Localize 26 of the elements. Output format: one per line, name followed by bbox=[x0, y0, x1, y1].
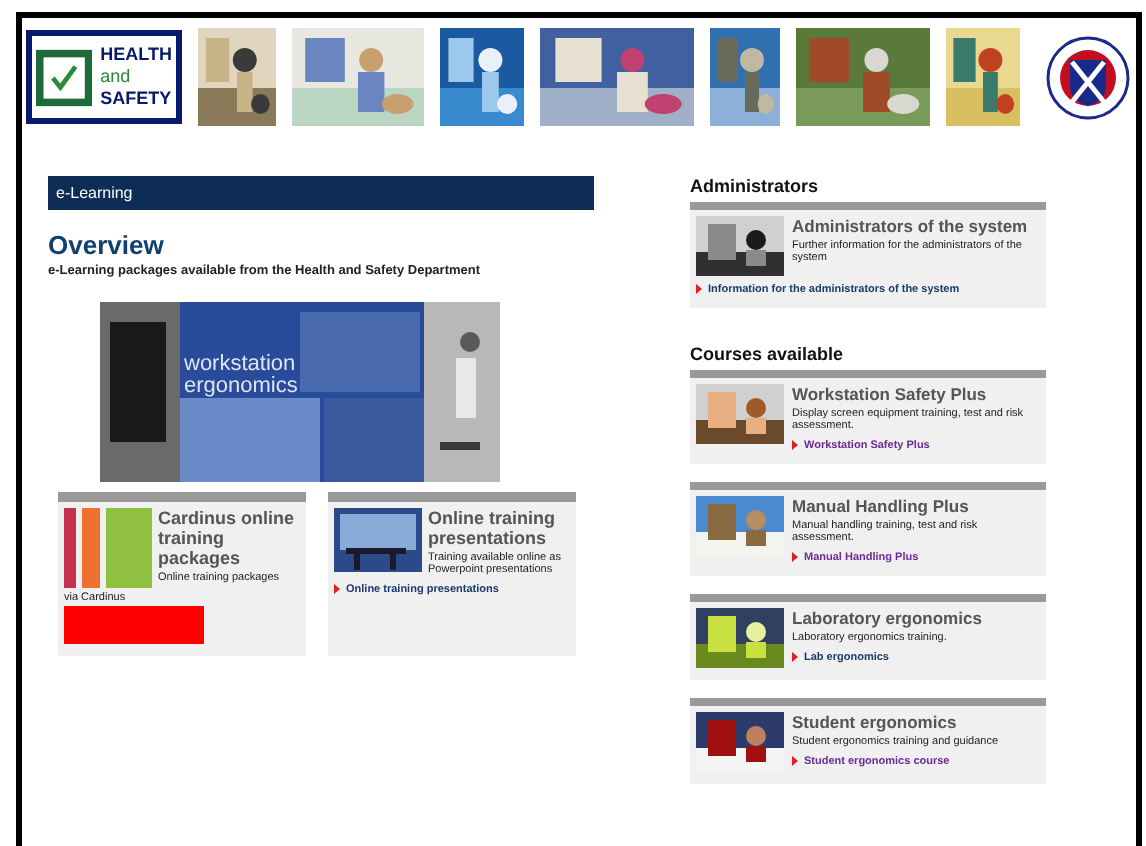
card-title: Workstation Safety Plus bbox=[792, 384, 989, 404]
section-heading: Administrators bbox=[690, 176, 821, 196]
triangle-icon bbox=[792, 440, 798, 451]
triangle-icon bbox=[696, 284, 702, 295]
card-title: Manual Handling Plus bbox=[792, 496, 971, 516]
page-title: Overview bbox=[48, 230, 166, 260]
logo-text: and bbox=[100, 66, 133, 88]
hero-caption: workstation bbox=[184, 354, 298, 376]
redaction-block bbox=[64, 606, 204, 644]
triangle-icon bbox=[792, 552, 798, 563]
card-title: Laboratory ergonomics bbox=[792, 608, 982, 628]
card-title: Administrators of the system bbox=[792, 216, 1030, 236]
hero-caption: ergonomics bbox=[184, 376, 298, 398]
section-heading: Courses available bbox=[690, 344, 846, 364]
triangle-icon bbox=[792, 652, 798, 663]
card-title: Student ergonomics bbox=[792, 712, 959, 732]
crest-icon bbox=[1044, 33, 1132, 121]
triangle-icon bbox=[792, 756, 798, 767]
logo-text: SAFETY bbox=[100, 88, 172, 110]
card-title: Online training presentations bbox=[428, 508, 558, 548]
checkmark-icon bbox=[36, 47, 93, 107]
triangle-icon bbox=[334, 584, 340, 595]
card-title: Cardinus online training packages bbox=[158, 508, 297, 568]
stripes-icon bbox=[64, 508, 152, 588]
logo-text: HEALTH bbox=[100, 44, 172, 66]
section-bar: e-Learning bbox=[48, 176, 594, 210]
